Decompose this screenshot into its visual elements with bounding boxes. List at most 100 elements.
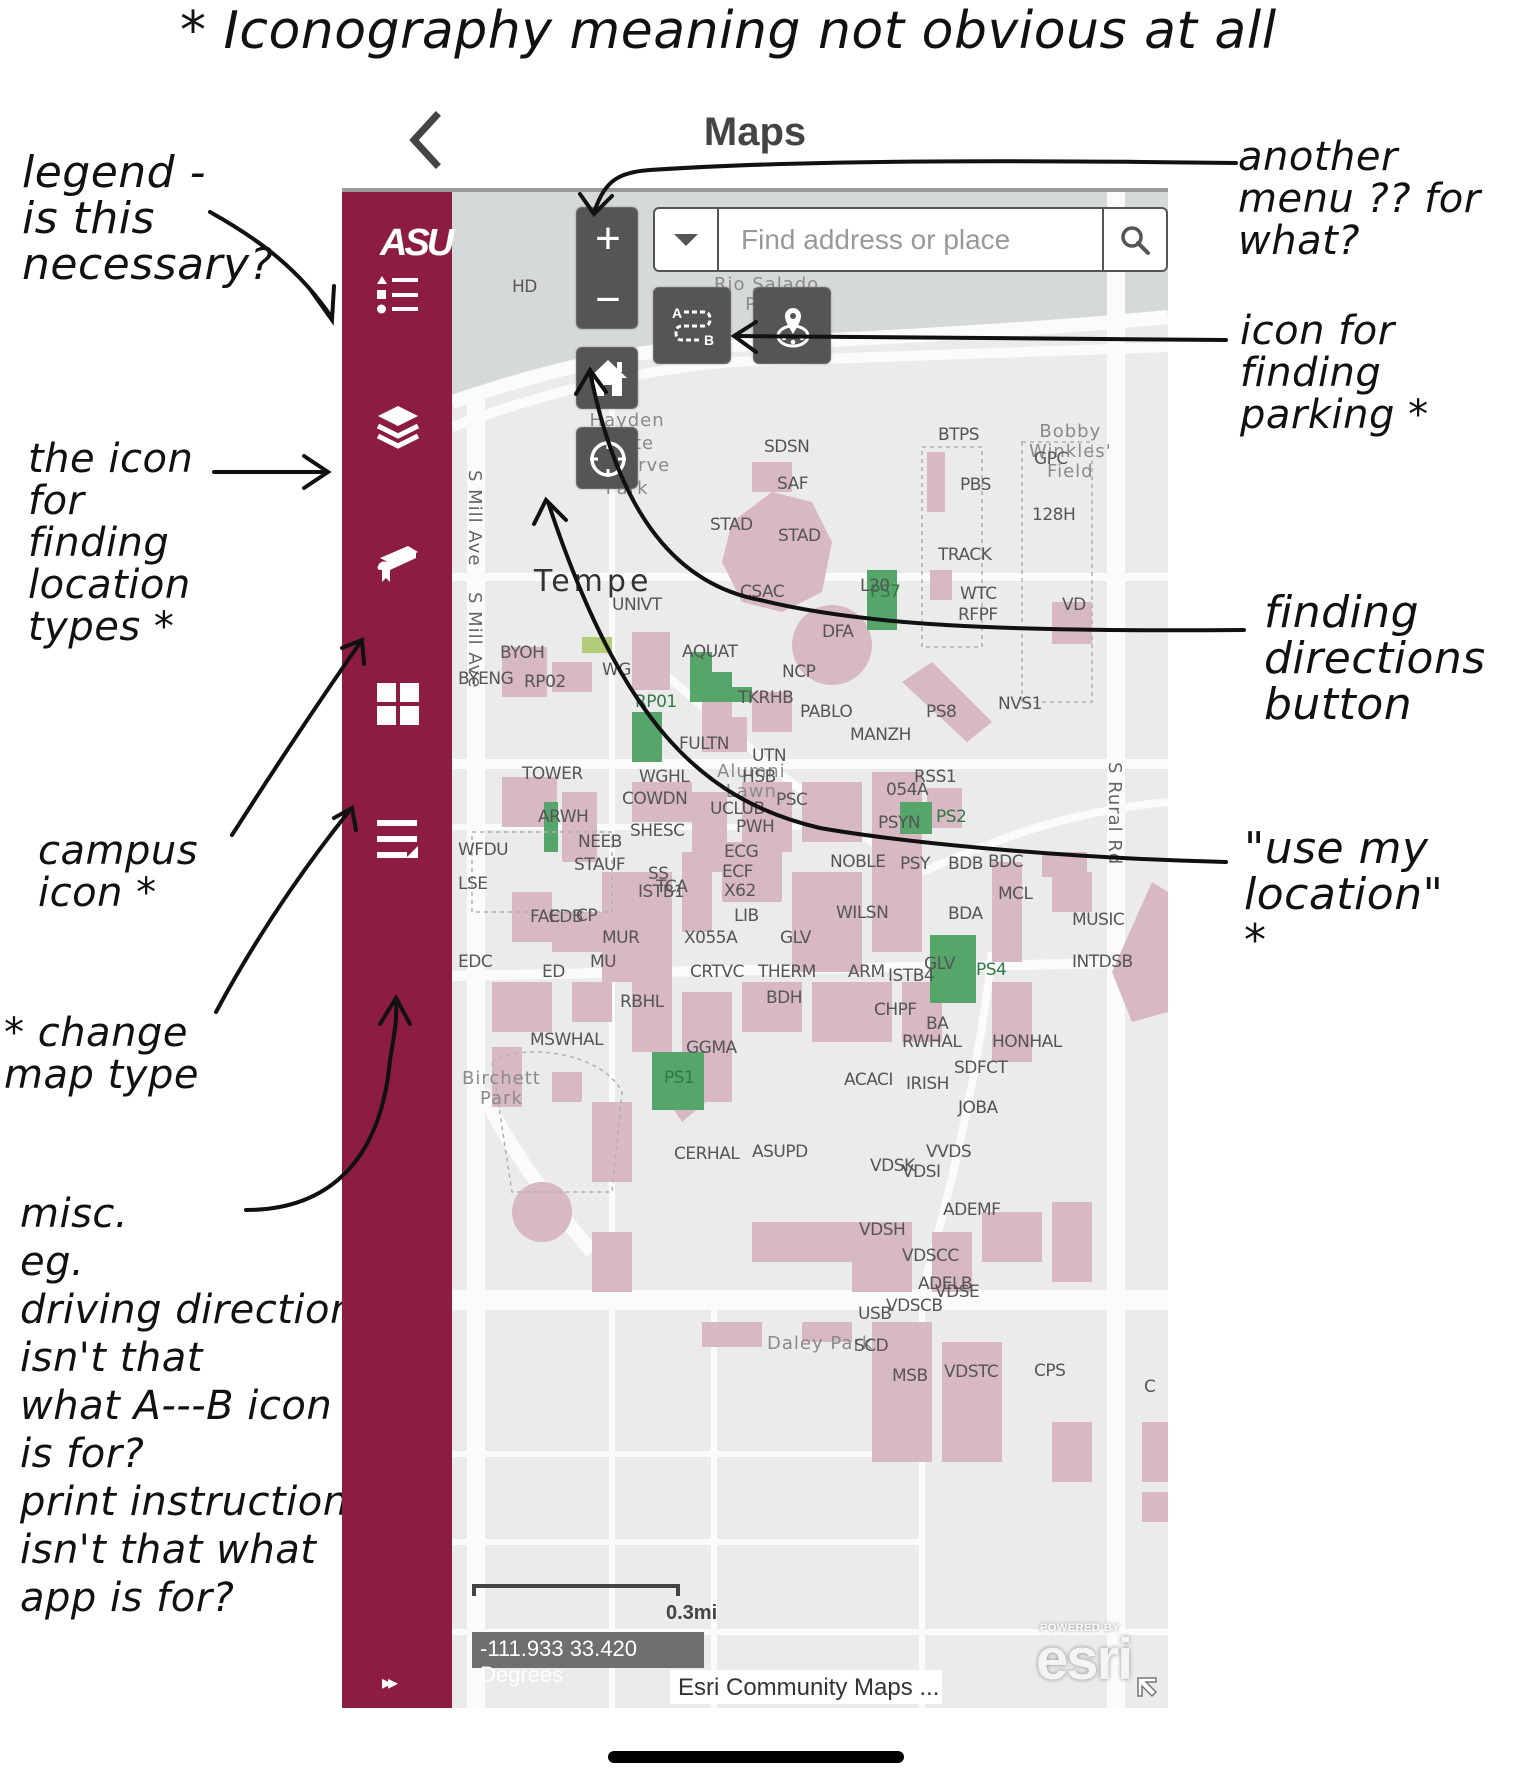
map-pin-area-icon — [776, 308, 810, 348]
esri-logo[interactable]: POWERED BY esri — [1036, 1622, 1160, 1702]
sidebar-expand-button[interactable]: ▸▸ — [382, 1670, 398, 1695]
building-label: WILSN — [836, 903, 889, 923]
building-label: PSYN — [878, 813, 921, 833]
building-label: COWDN — [622, 789, 688, 809]
layers-stack-icon — [376, 406, 420, 449]
building-label: WGHL — [639, 767, 690, 787]
parking-finder-button[interactable] — [753, 287, 831, 364]
scale-bar — [472, 1584, 680, 1596]
scale-label: 0.3mi — [666, 1602, 718, 1624]
zoom-in-button[interactable]: + — [577, 208, 639, 269]
building-label: UCLUB — [710, 799, 765, 819]
search-source-dropdown[interactable] — [655, 209, 719, 270]
road-label: S Rural Rd — [1104, 762, 1125, 866]
building-label: PABLO — [800, 702, 853, 722]
building-label: MSWHAL — [530, 1030, 604, 1050]
building-label: CSAC — [740, 582, 785, 602]
cursor-arrow-icon — [1137, 1677, 1158, 1698]
annotation-legend: legend - is this necessary? — [22, 147, 274, 291]
building-label: STAD — [710, 515, 753, 535]
building-label: BYENG — [458, 669, 514, 689]
building-label: BTPS — [938, 425, 980, 445]
annotation-my-location: "use my location" * — [1244, 823, 1444, 967]
building-label: BDB — [948, 854, 983, 874]
building-label: STAD — [778, 526, 821, 546]
sidebar-item-campus[interactable] — [372, 538, 424, 590]
building-label: CERHAL — [674, 1144, 740, 1164]
attribution[interactable]: Esri Community Maps ... — [670, 1670, 942, 1704]
building-label: RP02 — [524, 672, 566, 692]
building-label: VDSCC — [902, 1246, 959, 1266]
building-label: L20 — [860, 576, 890, 596]
sidebar-item-misc[interactable] — [372, 814, 424, 866]
sidebar-item-basemap[interactable] — [372, 678, 424, 730]
page-title: Maps — [703, 110, 807, 154]
building-label: 128H — [1032, 505, 1076, 525]
building-label: DFA — [822, 622, 854, 642]
building-label: LSE — [458, 874, 488, 894]
building-label: MU — [590, 952, 617, 972]
building-label: VDSI — [902, 1162, 941, 1182]
annotation-another-menu: another menu ?? for what? — [1238, 134, 1481, 264]
building-label: BDA — [948, 904, 983, 924]
building-label: RWHAL — [902, 1032, 962, 1052]
building-label: ARM — [848, 962, 885, 982]
caret-down-icon — [674, 233, 698, 246]
building-label: HD — [512, 277, 537, 297]
search-input[interactable] — [719, 209, 1102, 270]
home-button[interactable] — [576, 347, 638, 409]
building-label: VDSH — [859, 1220, 906, 1240]
parking-label: RP01 — [635, 692, 677, 712]
building-label: NCP — [782, 662, 816, 682]
parking-label: PS2 — [936, 807, 967, 827]
building-label: C — [1144, 1377, 1156, 1397]
crosshair-icon — [590, 441, 626, 477]
annotation-layers: the icon for finding location types * — [28, 436, 194, 650]
building-label: USB — [858, 1304, 892, 1324]
city-label: Tempe — [534, 564, 653, 599]
zoom-out-button[interactable]: − — [577, 269, 639, 330]
building-label: ECF — [722, 862, 753, 882]
building-label: ASUPD — [752, 1142, 808, 1162]
legend-list-icon — [377, 276, 418, 314]
sidebar: ASU ▸▸ — [342, 192, 454, 1708]
building-label: ISTB1 — [638, 882, 685, 902]
directions-button[interactable]: A B — [653, 287, 731, 364]
arrow-to-map-type — [214, 808, 352, 1014]
building-label: PSC — [776, 790, 808, 810]
park-label: Birchett Park — [462, 1068, 541, 1109]
building-label: MCL — [998, 884, 1033, 904]
building-label: VD — [1062, 595, 1086, 615]
building-label: ECG — [724, 842, 759, 862]
building-label: ACACI — [844, 1070, 893, 1090]
annotation-title: * Iconography meaning not obvious at all — [180, 1, 1277, 61]
coordinates-readout: -111.933 33.420 Degrees — [472, 1632, 704, 1687]
annotation-directions: finding directions button — [1264, 587, 1486, 731]
sidebar-item-layers[interactable] — [372, 402, 424, 454]
sidebar-item-legend[interactable] — [372, 268, 424, 320]
annotation-parking: icon for finding parking * — [1240, 308, 1429, 438]
svg-text:A: A — [672, 305, 682, 321]
parking-label: PS1 — [664, 1068, 695, 1088]
map-app: ASU ▸▸ Rio Salado Hayden Bobby Winkles' … — [342, 188, 1168, 1708]
graduation-cap-icon — [377, 546, 418, 582]
building-label: RSS1 — [914, 767, 957, 787]
parking-label: PS4 — [976, 960, 1007, 980]
building-label: CPS — [1034, 1361, 1066, 1381]
building-label: TOWER — [522, 764, 583, 784]
building-label: CRTVC — [690, 962, 744, 982]
building-label: BDC — [988, 852, 1024, 872]
building-label: GGMA — [686, 1038, 737, 1058]
building-label: CHPF — [874, 1000, 917, 1020]
building-label: ADEMF — [943, 1200, 1001, 1220]
building-label: HONHAL — [992, 1032, 1062, 1052]
locate-button[interactable] — [576, 427, 638, 489]
building-label: MANZH — [850, 725, 911, 745]
building-label: MUSIC — [1072, 910, 1125, 930]
building-label: JOBA — [958, 1098, 998, 1118]
annotation-map-type: * change map type — [4, 1010, 199, 1098]
map-canvas[interactable]: Rio Salado Park Hayden Butte Preserve Pa… — [452, 192, 1168, 1708]
search-button[interactable] — [1102, 209, 1166, 270]
building-label: GLV — [924, 954, 955, 974]
building-label: SCD — [854, 1336, 889, 1356]
